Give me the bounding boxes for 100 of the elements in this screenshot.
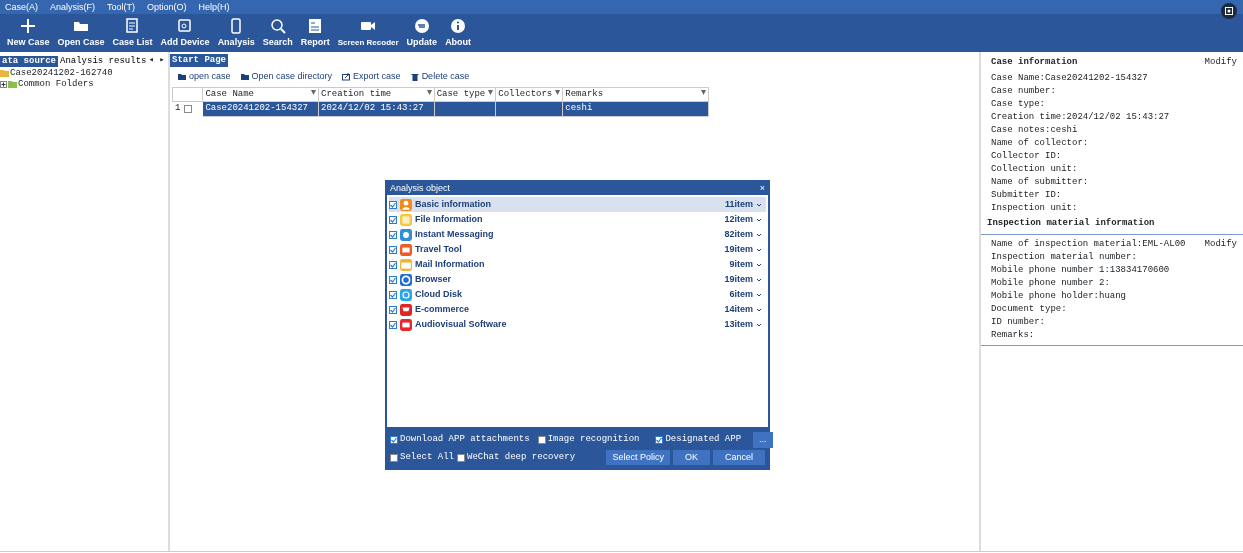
filter-icon[interactable]	[555, 89, 561, 95]
checkbox-option[interactable]: Download APP attachments	[390, 433, 530, 447]
folder-icon	[178, 73, 186, 81]
row-number: 1	[175, 102, 181, 116]
checkbox-option[interactable]: WeChat deep recovery	[457, 450, 576, 465]
menu-item[interactable]: Case(A)	[5, 1, 38, 13]
info-text: Document type:	[990, 303, 1068, 316]
list-item[interactable]: Mail Information 9item	[389, 257, 766, 272]
info-text: Case notes:ceshi	[990, 123, 1079, 137]
expander-icon[interactable]	[0, 80, 7, 88]
toolbar-button[interactable]: Screen Recoder	[333, 17, 403, 48]
list-item[interactable]: Browser 19item	[389, 272, 766, 287]
list-item[interactable]: Travel Tool 19item	[389, 242, 766, 257]
checkbox[interactable]	[389, 260, 397, 269]
checkbox[interactable]	[389, 200, 397, 209]
toolbar-button[interactable]: New Case	[3, 17, 54, 48]
modify-link[interactable]: Modify	[1204, 56, 1237, 70]
toolbar-button[interactable]: Open Case	[53, 17, 109, 48]
checkbox[interactable]	[389, 320, 397, 329]
tree-item[interactable]: Case20241202-162740	[0, 67, 168, 79]
list-item[interactable]: File Information 12item	[389, 212, 766, 227]
column-header[interactable]: Creation time	[318, 87, 435, 102]
toolbar-link[interactable]: open case	[174, 70, 235, 84]
filter-icon[interactable]	[311, 89, 317, 95]
panel-tab[interactable]: ata source	[0, 55, 58, 67]
checkbox[interactable]	[390, 453, 398, 462]
checkbox[interactable]	[389, 245, 397, 254]
toolbar-button[interactable]: Report	[296, 17, 334, 48]
checkbox[interactable]	[537, 435, 546, 444]
toolbar-button[interactable]: Add Device	[156, 17, 214, 48]
info-text: Remarks:	[990, 329, 1036, 342]
trash-icon	[410, 73, 419, 81]
list-item[interactable]: E-commerce 14item	[389, 302, 766, 317]
toolbar-button[interactable]: Analysis	[213, 17, 259, 48]
info-text: Case Name:Case20241202-154327	[990, 71, 1149, 85]
chevron-icon	[756, 261, 762, 268]
chevron-icon	[756, 276, 762, 283]
toolbar-button[interactable]: Search	[258, 17, 297, 48]
scroll-arrows[interactable]: ◂ ▸	[148, 54, 165, 68]
info-text: Mobile phone holder:huang	[990, 290, 1128, 303]
toolbar-button[interactable]: About	[441, 17, 476, 48]
checkbox[interactable]	[389, 215, 397, 224]
filter-icon[interactable]	[426, 89, 432, 95]
checkbox-option[interactable]: Designated APP	[655, 433, 742, 447]
column-header[interactable]: Case type	[434, 87, 496, 102]
list-item[interactable]: Cloud Disk 6item	[389, 287, 766, 302]
checkbox[interactable]	[655, 435, 664, 444]
checkbox[interactable]	[184, 105, 193, 113]
toolbar-button[interactable]: Case List	[108, 17, 157, 48]
page-tab[interactable]: Start Page	[170, 54, 228, 68]
checkbox-option[interactable]: Select All	[390, 450, 454, 465]
list-item[interactable]: Audiovisual Software 13item	[389, 317, 766, 332]
toolbar-link[interactable]: Open case directory	[236, 70, 337, 84]
export-icon	[342, 73, 351, 81]
checkbox-option[interactable]: Image recognition	[537, 433, 640, 447]
chevron-icon	[756, 231, 762, 238]
column-header[interactable]: Remarks	[562, 87, 709, 102]
info-text: Name of submitter:	[990, 175, 1090, 189]
info-icon	[449, 17, 468, 35]
more-button[interactable]: ...	[753, 432, 773, 448]
info-text: Collection unit:	[990, 162, 1079, 176]
info-text: Creation time:2024/12/02 15:43:27	[990, 110, 1171, 124]
toolbar-button[interactable]: Update	[402, 17, 442, 48]
info-text: Case number:	[990, 84, 1057, 98]
column-header[interactable]: Case Name	[202, 87, 319, 102]
chevron-icon	[756, 246, 762, 253]
dialog-button[interactable]: Cancel	[713, 449, 765, 466]
menu-item[interactable]: Analysis(F)	[50, 1, 96, 13]
filter-icon[interactable]	[701, 89, 707, 95]
dialog-title: Analysis object	[390, 182, 451, 194]
info-text: Mobile phone number 1:13834170600	[990, 264, 1171, 277]
checkbox[interactable]	[389, 290, 397, 299]
info-text: Name of collector:	[990, 136, 1090, 150]
dialog-button[interactable]: OK	[672, 449, 710, 466]
column-header[interactable]: Collectors	[495, 87, 563, 102]
info-text: Case type:	[990, 97, 1046, 111]
checkbox[interactable]	[389, 305, 397, 314]
menu-item[interactable]: Option(O)	[147, 1, 187, 13]
checkbox[interactable]	[389, 230, 397, 239]
section-title: Case information	[991, 56, 1078, 69]
toolbar-link[interactable]: Delete case	[406, 70, 474, 84]
menu-item[interactable]: Help(H)	[198, 1, 230, 13]
info-text: Inspection unit:	[990, 201, 1079, 215]
menu-item[interactable]: Tool(T)	[107, 1, 136, 13]
dialog-button[interactable]: Select Policy	[606, 449, 670, 466]
screenshot-icon[interactable]	[1221, 3, 1237, 19]
list-item[interactable]: Basic information 11item	[389, 197, 766, 212]
info-text: Submitter ID:	[990, 188, 1063, 202]
folder-icon	[240, 73, 249, 81]
toolbar-link[interactable]: Export case	[338, 70, 405, 84]
filter-icon[interactable]	[488, 89, 494, 95]
close-button[interactable]: ×	[759, 182, 765, 194]
checkbox[interactable]	[389, 275, 397, 284]
tree-item[interactable]: Common Folders	[0, 78, 168, 90]
checkbox[interactable]	[457, 453, 465, 462]
list-item[interactable]: Instant Messaging 82item	[389, 227, 766, 242]
info-text: Inspection material number:	[990, 251, 1138, 264]
modify-link[interactable]: Modify	[1204, 239, 1243, 250]
checkbox[interactable]	[390, 435, 398, 444]
panel-tab[interactable]: Analysis results	[58, 55, 149, 67]
